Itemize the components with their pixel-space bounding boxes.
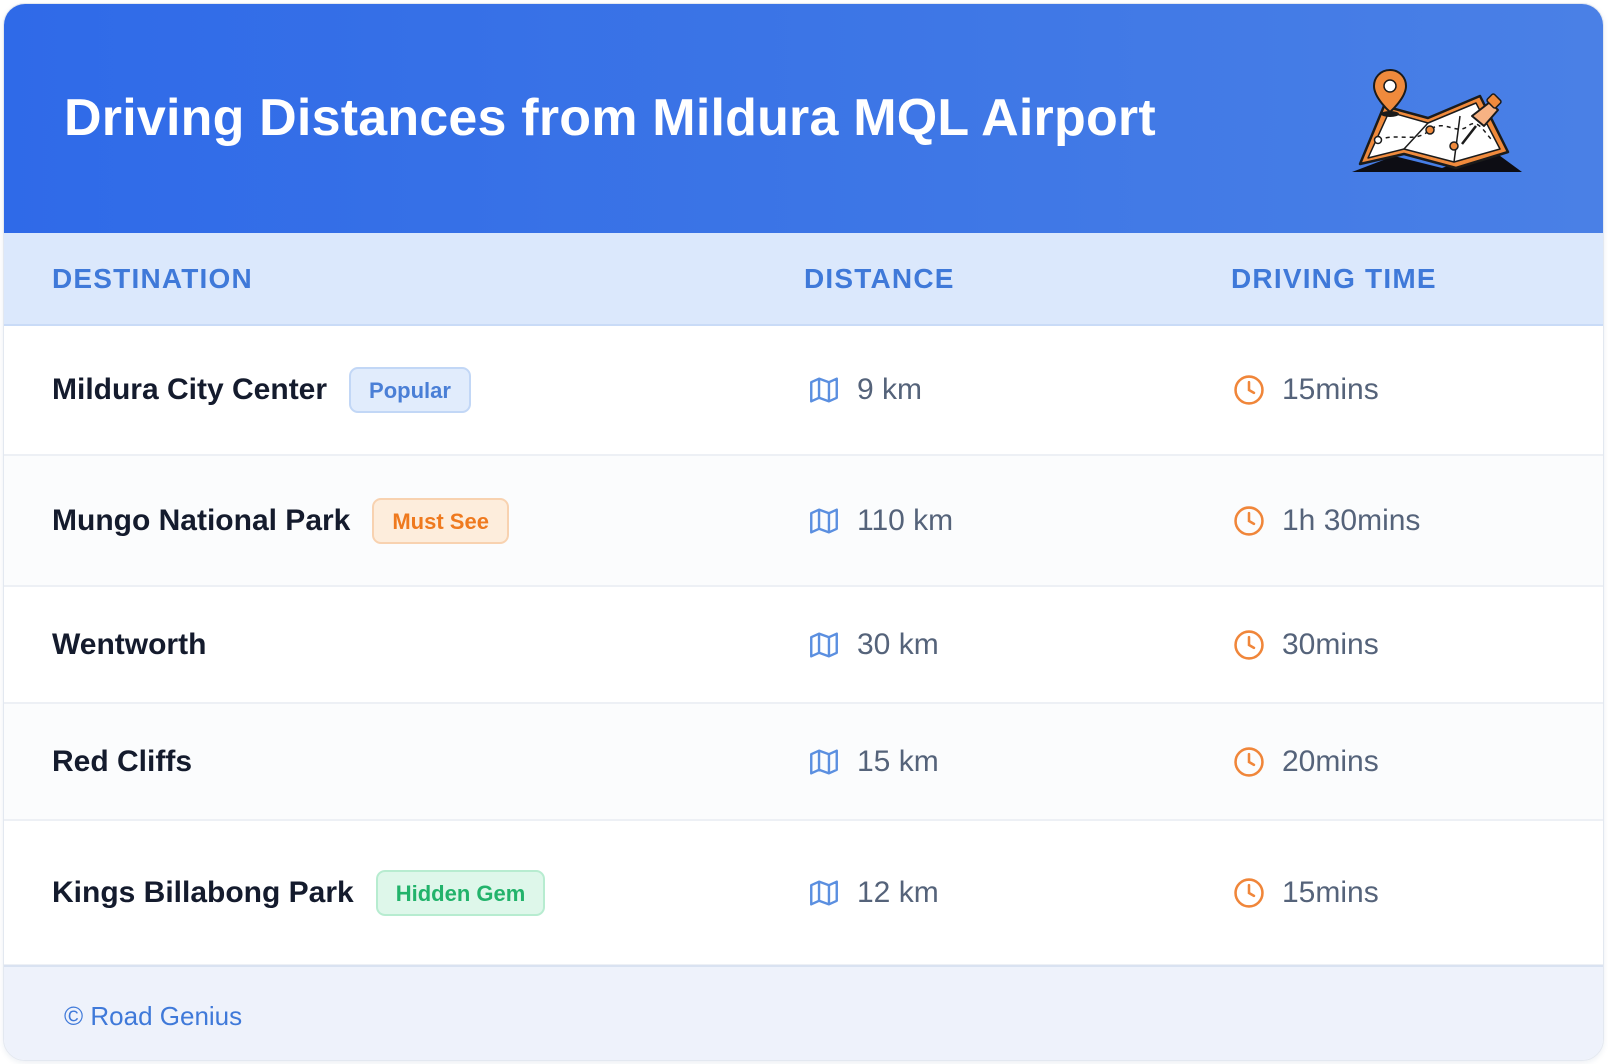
destination-name: Red Cliffs xyxy=(52,744,193,778)
distance-value: 110 km xyxy=(857,503,954,537)
distance-value: 15 km xyxy=(857,744,939,778)
driving-time-value: 20mins xyxy=(1282,744,1379,778)
table-row: Kings Billabong Park Hidden Gem 12 km 15… xyxy=(4,821,1603,966)
destination-cell: Mildura City Center Popular xyxy=(52,367,471,413)
destination-name: Mungo National Park xyxy=(52,503,351,537)
folded-map-with-pins-icon xyxy=(1352,68,1522,172)
map-icon xyxy=(807,745,841,779)
card-footer: © Road Genius xyxy=(4,965,1603,1060)
clock-icon xyxy=(1232,504,1266,538)
map-icon xyxy=(807,876,841,910)
clock-icon xyxy=(1232,628,1266,662)
distance-cell: 9 km xyxy=(807,373,922,407)
distance-value: 12 km xyxy=(857,875,939,909)
clock-icon xyxy=(1232,876,1266,910)
driving-time-cell: 15mins xyxy=(1232,876,1379,910)
destination-name: Kings Billabong Park xyxy=(52,875,354,909)
driving-time-cell: 30mins xyxy=(1232,628,1379,662)
column-header-driving-time: DRIVING TIME xyxy=(1231,263,1437,294)
destination-cell: Mungo National Park Must See xyxy=(52,497,509,544)
clock-icon xyxy=(1232,373,1266,407)
table-row: Mungo National Park Must See 110 km 1h 3… xyxy=(4,456,1603,587)
map-icon xyxy=(807,504,841,538)
driving-time-value: 15mins xyxy=(1282,875,1379,909)
popular-badge: Popular xyxy=(349,367,471,413)
driving-time-cell: 15mins xyxy=(1232,373,1379,407)
clock-icon xyxy=(1232,745,1266,779)
destination-cell: Red Cliffs xyxy=(52,745,192,779)
map-icon xyxy=(807,628,841,662)
driving-time-cell: 1h 30mins xyxy=(1232,504,1420,538)
table-row: Wentworth 30 km 30mins xyxy=(4,587,1603,704)
hidden-gem-badge: Hidden Gem xyxy=(375,869,546,916)
column-header-distance: DISTANCE xyxy=(804,263,955,294)
driving-time-value: 1h 30mins xyxy=(1282,503,1421,537)
destination-name: Mildura City Center xyxy=(52,373,328,406)
distance-cell: 110 km xyxy=(807,504,953,538)
distance-cell: 12 km xyxy=(807,876,939,910)
must-see-badge: Must See xyxy=(372,497,509,544)
page-title: Driving Distances from Mildura MQL Airpo… xyxy=(64,89,1156,147)
distance-value: 30 km xyxy=(857,627,939,661)
map-icon xyxy=(807,373,841,407)
distance-cell: 15 km xyxy=(807,745,939,779)
card-header: Driving Distances from Mildura MQL Airpo… xyxy=(4,4,1603,233)
table-header: DESTINATION DISTANCE DRIVING TIME xyxy=(4,233,1603,326)
driving-time-value: 30mins xyxy=(1282,627,1379,661)
table-row: Red Cliffs 15 km 20mins xyxy=(4,704,1603,821)
destination-name: Wentworth xyxy=(52,627,207,661)
destination-cell: Wentworth xyxy=(52,628,206,662)
copyright-text: © Road Genius xyxy=(64,1001,243,1031)
table-row: Mildura City Center Popular 9 km 15mins xyxy=(4,326,1603,456)
distance-card: Driving Distances from Mildura MQL Airpo… xyxy=(3,3,1604,1061)
driving-time-cell: 20mins xyxy=(1232,745,1379,779)
driving-time-value: 15mins xyxy=(1282,373,1379,406)
distance-cell: 30 km xyxy=(807,628,939,662)
destination-cell: Kings Billabong Park Hidden Gem xyxy=(52,869,546,916)
column-header-destination: DESTINATION xyxy=(52,263,253,294)
distance-value: 9 km xyxy=(857,373,923,406)
